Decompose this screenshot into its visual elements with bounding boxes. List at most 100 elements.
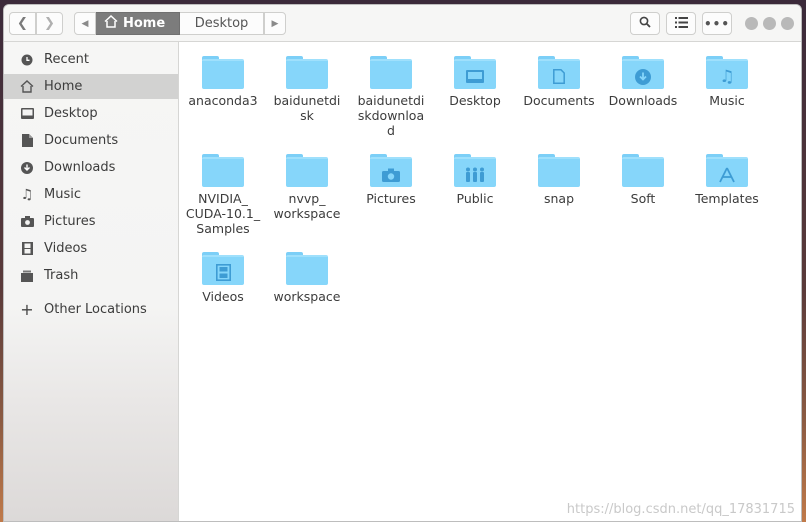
folder-item[interactable]: nvvp_ workspace bbox=[265, 154, 349, 221]
folder-icon: ♫ bbox=[706, 56, 748, 91]
forward-button[interactable]: ❯ bbox=[36, 12, 63, 35]
folder-label: Soft bbox=[630, 191, 656, 206]
folder-label: Desktop bbox=[449, 93, 501, 108]
path-scroll-right-button[interactable]: ▶ bbox=[264, 12, 286, 35]
chevron-right-icon: ❯ bbox=[44, 16, 55, 31]
home-icon bbox=[104, 14, 118, 32]
folder-label: Music bbox=[709, 93, 745, 108]
folder-label: baidunetdi skdownloa d bbox=[357, 93, 425, 138]
folder-label: Documents bbox=[523, 93, 595, 108]
people-icon bbox=[454, 160, 496, 189]
path-scroll-left-button[interactable]: ◀ bbox=[74, 12, 96, 35]
sidebar-item-label: Music bbox=[44, 187, 81, 202]
sidebar-item-other-locations[interactable]: + Other Locations bbox=[4, 297, 178, 322]
file-manager-window: ❮ ❯ ◀ Home Desktop ▶ ••• Recent Home Des… bbox=[3, 4, 802, 522]
folder-icon bbox=[286, 252, 328, 287]
folder-label: Templates bbox=[695, 191, 759, 206]
folder-item[interactable]: Templates bbox=[685, 154, 769, 206]
sidebar-item-videos[interactable]: Videos bbox=[4, 236, 178, 261]
sidebar-item-label: Documents bbox=[44, 133, 119, 148]
folder-icon bbox=[202, 154, 244, 189]
sidebar: Recent Home Desktop Documents Downloads bbox=[4, 42, 179, 521]
sidebar-item-pictures[interactable]: Pictures bbox=[4, 209, 178, 234]
sidebar-item-documents[interactable]: Documents bbox=[4, 128, 178, 153]
folder-item[interactable]: Downloads bbox=[601, 56, 685, 108]
document-icon bbox=[538, 62, 580, 91]
folder-item[interactable]: anaconda3 bbox=[181, 56, 265, 108]
folder-icon bbox=[622, 154, 664, 189]
clock-icon bbox=[20, 53, 34, 67]
folder-item[interactable]: baidunetdi skdownloa d bbox=[349, 56, 433, 138]
document-icon bbox=[20, 134, 34, 148]
crumb-desktop-label: Desktop bbox=[194, 16, 249, 31]
folder-label: anaconda3 bbox=[188, 93, 258, 108]
folder-label: nvvp_ workspace bbox=[273, 191, 341, 221]
folder-item[interactable]: workspace bbox=[265, 252, 349, 304]
folder-icon bbox=[454, 56, 496, 91]
folder-item[interactable]: Soft bbox=[601, 154, 685, 206]
minimize-button[interactable] bbox=[745, 17, 758, 30]
folder-icon bbox=[286, 56, 328, 91]
folder-item[interactable]: baidunetdi sk bbox=[265, 56, 349, 123]
folder-icon bbox=[202, 56, 244, 91]
search-icon bbox=[639, 16, 651, 31]
sidebar-item-desktop[interactable]: Desktop bbox=[4, 101, 178, 126]
sidebar-item-music[interactable]: ♫ Music bbox=[4, 182, 178, 207]
folder-label: snap bbox=[543, 191, 575, 206]
sidebar-item-downloads[interactable]: Downloads bbox=[4, 155, 178, 180]
crumb-home[interactable]: Home bbox=[96, 12, 180, 35]
sidebar-item-label: Recent bbox=[44, 52, 89, 67]
music-note-icon: ♫ bbox=[719, 66, 735, 87]
download-icon bbox=[20, 161, 34, 175]
folder-label: NVIDIA_ CUDA-10.1_ Samples bbox=[185, 191, 261, 236]
film-icon bbox=[20, 242, 34, 256]
folder-item[interactable]: Documents bbox=[517, 56, 601, 108]
crumb-desktop[interactable]: Desktop bbox=[180, 12, 264, 35]
folder-icon bbox=[706, 154, 748, 189]
folder-icon bbox=[538, 154, 580, 189]
back-button[interactable]: ❮ bbox=[9, 12, 36, 35]
folder-item[interactable]: Videos bbox=[181, 252, 265, 304]
folder-item[interactable]: NVIDIA_ CUDA-10.1_ Samples bbox=[181, 154, 265, 236]
header-bar: ❮ ❯ ◀ Home Desktop ▶ ••• bbox=[4, 5, 801, 42]
list-view-button[interactable] bbox=[666, 12, 696, 35]
folder-icon bbox=[538, 56, 580, 91]
maximize-button[interactable] bbox=[763, 17, 776, 30]
folder-label: workspace bbox=[273, 289, 341, 304]
search-button[interactable] bbox=[630, 12, 660, 35]
camera-icon bbox=[370, 160, 412, 189]
triangle-right-icon: ▶ bbox=[271, 18, 279, 29]
folder-item[interactable]: Public bbox=[433, 154, 517, 206]
folder-icon bbox=[370, 56, 412, 91]
camera-icon bbox=[20, 215, 34, 229]
folder-label: Public bbox=[456, 191, 494, 206]
sidebar-item-trash[interactable]: Trash bbox=[4, 263, 178, 288]
folder-icon bbox=[202, 252, 244, 287]
folder-item[interactable]: ♫ Music bbox=[685, 56, 769, 108]
close-button[interactable] bbox=[781, 17, 794, 30]
templates-icon bbox=[706, 160, 748, 189]
sidebar-item-label: Videos bbox=[44, 241, 88, 256]
folder-label: baidunetdi sk bbox=[273, 93, 341, 123]
folder-item[interactable]: Pictures bbox=[349, 154, 433, 206]
triangle-left-icon: ◀ bbox=[81, 18, 89, 29]
list-view-icon bbox=[674, 16, 688, 31]
folder-label: Pictures bbox=[366, 191, 416, 206]
folder-label: Videos bbox=[202, 289, 244, 304]
sidebar-item-label: Desktop bbox=[44, 106, 98, 121]
sidebar-item-recent[interactable]: Recent bbox=[4, 47, 178, 72]
folder-icon bbox=[622, 56, 664, 91]
more-options-button[interactable]: ••• bbox=[702, 12, 732, 35]
home-icon bbox=[20, 80, 34, 94]
folder-item[interactable]: snap bbox=[517, 154, 601, 206]
sidebar-item-label: Home bbox=[44, 79, 83, 94]
watermark-text: https://blog.csdn.net/qq_17831715 bbox=[566, 502, 795, 517]
chevron-left-icon: ❮ bbox=[17, 16, 28, 31]
folder-icon bbox=[454, 154, 496, 189]
sidebar-item-home[interactable]: Home bbox=[4, 74, 178, 99]
film-icon bbox=[202, 258, 244, 287]
folder-item[interactable]: Desktop bbox=[433, 56, 517, 108]
music-note-icon: ♫ bbox=[20, 186, 34, 203]
sidebar-item-label: Downloads bbox=[44, 160, 116, 175]
plus-icon: + bbox=[20, 300, 34, 319]
